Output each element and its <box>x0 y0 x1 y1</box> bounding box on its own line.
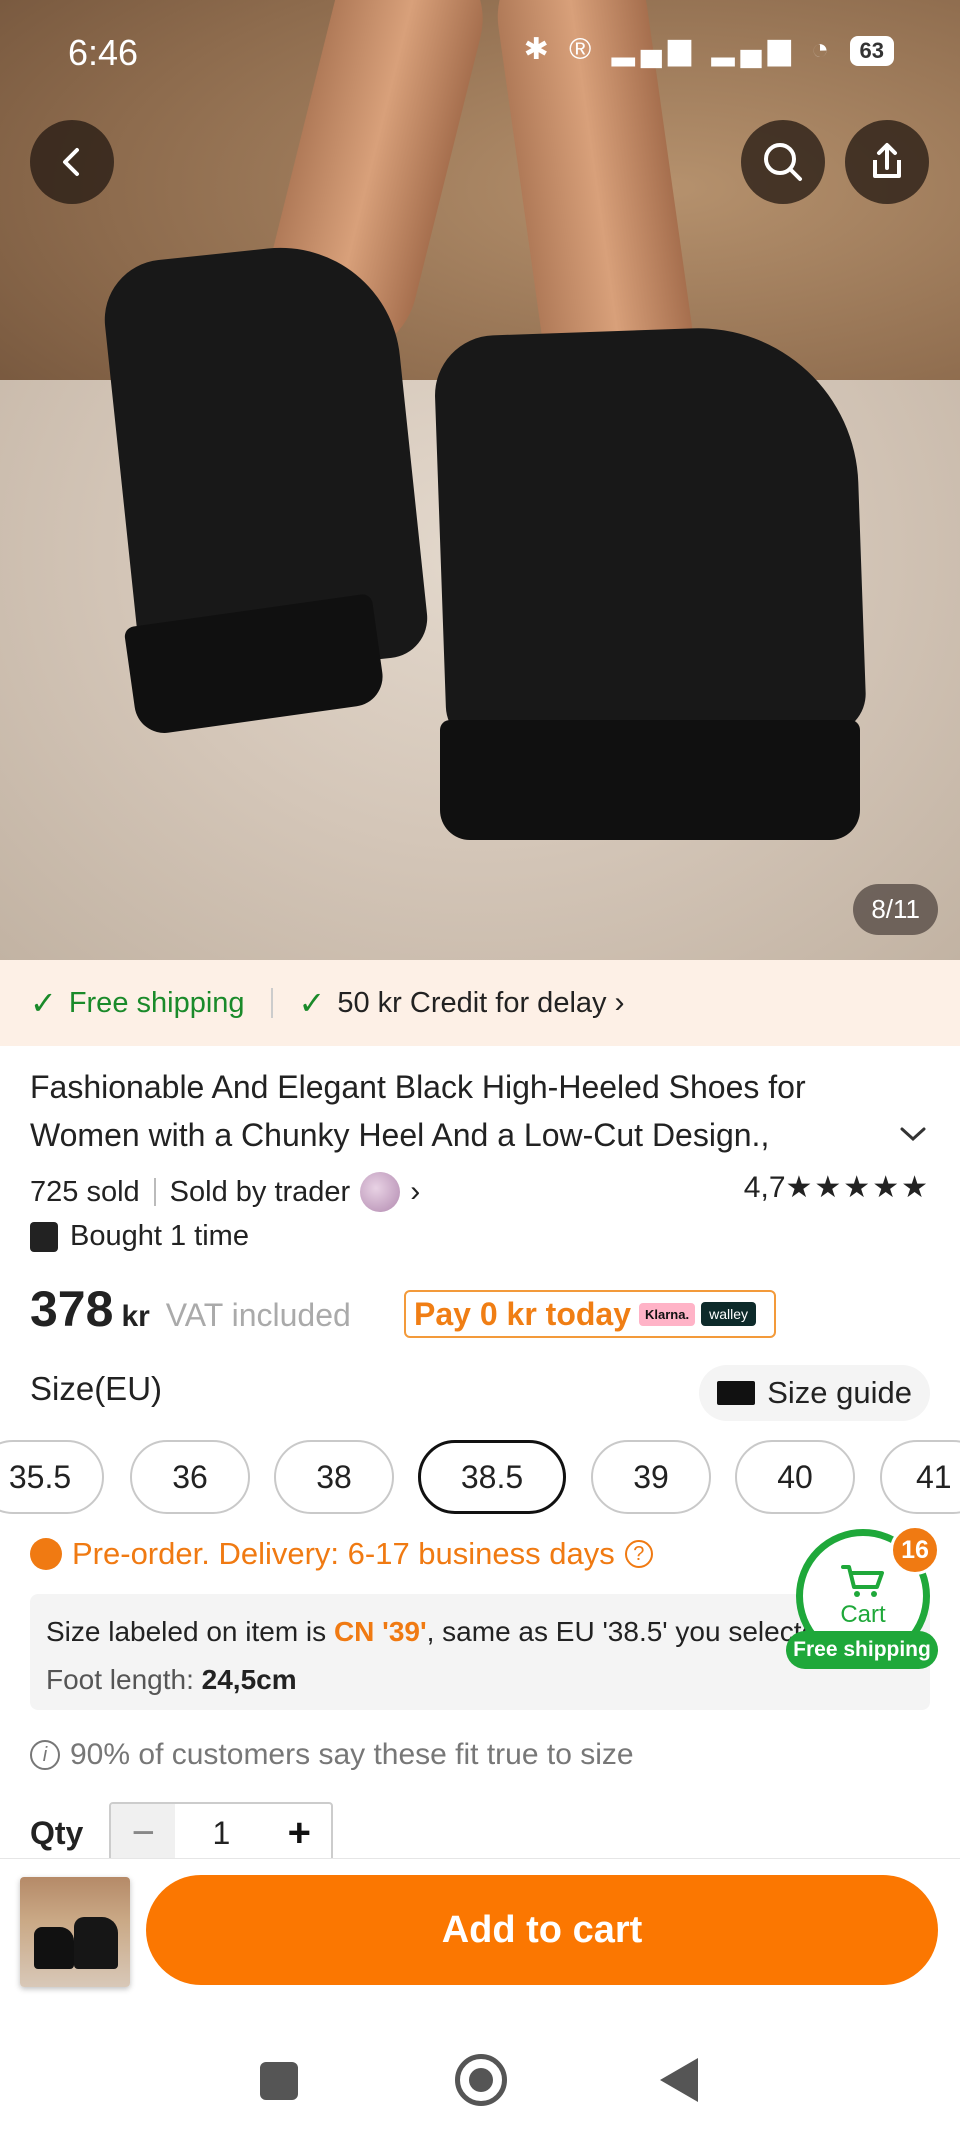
back-button[interactable] <box>30 120 114 204</box>
status-icons: ✱ ® ▂▄▆ ▂▄▆ ◔ 63 <box>524 32 894 67</box>
chevron-right-icon: › <box>614 986 625 1019</box>
bought-info: Bought 1 time <box>30 1220 249 1253</box>
status-signal-icons: ✱ ® ▂▄▆ ▂▄▆ ◔ <box>523 33 836 66</box>
search-icon <box>764 143 802 181</box>
size-option[interactable]: 41 <box>880 1440 960 1514</box>
size-option[interactable]: 35.5 <box>0 1440 104 1514</box>
system-nav-bar <box>0 2010 960 2133</box>
size-option[interactable]: 40 <box>735 1440 855 1514</box>
cart-count-badge: 16 <box>890 1525 940 1575</box>
recents-icon[interactable] <box>260 2062 298 2100</box>
help-icon[interactable]: ? <box>624 1540 653 1568</box>
product-title: Fashionable And Elegant Black High-Heele… <box>30 1069 806 1153</box>
back-nav-icon[interactable] <box>660 2058 698 2102</box>
share-button[interactable] <box>845 120 929 204</box>
quantity-stepper: − 1 + <box>109 1802 334 1864</box>
divider <box>270 988 273 1018</box>
thumbnail-shoe-right <box>74 1917 118 1969</box>
increase-button[interactable]: + <box>267 1804 331 1862</box>
ruler-icon <box>717 1381 756 1405</box>
walley-logo: walley <box>701 1302 756 1326</box>
product-image[interactable]: 6:46 ✱ ® ▂▄▆ ▂▄▆ ◔ 63 8/11 <box>0 0 960 960</box>
cart-icon <box>841 1565 884 1597</box>
expand-title-button[interactable] <box>898 1118 928 1152</box>
free-shipping-label: Free shipping <box>68 986 245 1019</box>
divider <box>153 1178 156 1206</box>
chevron-right-icon: › <box>410 1175 421 1208</box>
bottom-action-bar: Add to cart <box>0 1858 960 1998</box>
size-guide-label: Size guide <box>767 1375 912 1410</box>
share-icon <box>873 143 901 178</box>
rating-stars-icon: ★★★★★ <box>785 1171 930 1204</box>
add-to-cart-button[interactable]: Add to cart <box>146 1875 938 1985</box>
preorder-notice: Pre-order. Delivery: 6-17 business days … <box>30 1536 653 1572</box>
size-option-selected[interactable]: 38.5 <box>418 1440 566 1514</box>
thumbnail-shoe-left <box>34 1927 74 1969</box>
size-info-line: Size labeled on item is CN '39', same as… <box>46 1608 914 1656</box>
foot-length-line: Foot length: 24,5cm <box>46 1656 914 1704</box>
chevron-down-icon <box>900 1127 926 1142</box>
size-options: 35.5 36 38 38.5 39 40 41 <box>0 1440 960 1516</box>
size-info-suffix: , same as EU '38.5' you selected <box>426 1616 833 1647</box>
seller-link[interactable]: Sold by trader › <box>169 1172 421 1212</box>
size-option[interactable]: 39 <box>591 1440 711 1514</box>
preorder-text: Pre-order. Delivery: 6-17 business days <box>72 1536 615 1571</box>
status-bar: 6:46 ✱ ® ▂▄▆ ▂▄▆ ◔ 63 <box>0 0 960 108</box>
vat-label: VAT included <box>165 1297 351 1333</box>
back-icon <box>63 148 79 176</box>
foot-length-label: Foot length: <box>46 1664 202 1695</box>
size-option[interactable]: 38 <box>274 1440 394 1514</box>
status-time: 6:46 <box>68 32 139 73</box>
search-button[interactable] <box>741 120 825 204</box>
seller-label: Sold by trader <box>169 1175 351 1208</box>
size-label: Size(EU) <box>30 1370 163 1407</box>
size-info-cn: CN '39' <box>333 1616 427 1647</box>
pay-today-label: Pay 0 kr today <box>414 1295 631 1332</box>
shipping-bar[interactable]: ✓ Free shipping ✓ 50 kr Credit for delay… <box>0 960 960 1046</box>
floating-cart-button[interactable]: Cart 16 Free shipping <box>786 1525 940 1673</box>
price-currency: kr <box>121 1300 150 1333</box>
fit-info: i 90% of customers say these fit true to… <box>30 1738 634 1772</box>
credit-label: 50 kr Credit for delay <box>337 986 607 1019</box>
image-counter: 8/11 <box>853 884 938 935</box>
image-shoe-right-sole <box>440 720 860 840</box>
seller-avatar <box>360 1172 401 1212</box>
quantity-row: Qty − 1 + <box>30 1802 334 1864</box>
rating[interactable]: 4,7★★★★★ <box>744 1170 930 1205</box>
product-meta: 725 sold Sold by trader › <box>30 1172 420 1212</box>
price-value: 378 <box>30 1281 114 1337</box>
size-guide-button[interactable]: Size guide <box>699 1365 930 1421</box>
fit-text: 90% of customers say these fit true to s… <box>70 1738 634 1771</box>
quantity-label: Qty <box>30 1814 84 1851</box>
battery-icon: 63 <box>849 36 894 67</box>
home-icon[interactable] <box>455 2054 507 2106</box>
shopping-bag-icon <box>30 1221 58 1252</box>
cart-label: Cart <box>840 1601 886 1628</box>
info-icon: i <box>30 1740 60 1770</box>
clock-icon <box>30 1538 62 1570</box>
size-info-prefix: Size labeled on item is <box>46 1616 334 1647</box>
product-thumbnail[interactable] <box>20 1877 130 1987</box>
image-shoe-right <box>432 322 868 748</box>
rating-value: 4,7 <box>743 1171 786 1204</box>
check-icon: ✓ <box>298 985 326 1021</box>
decrease-button[interactable]: − <box>111 1804 176 1862</box>
check-icon: ✓ <box>30 985 57 1021</box>
foot-length-value: 24,5cm <box>201 1664 297 1695</box>
cart-free-shipping: Free shipping <box>786 1631 938 1669</box>
pay-later-banner[interactable]: Pay 0 kr today Klarna. walley <box>404 1290 776 1338</box>
size-option[interactable]: 36 <box>130 1440 250 1514</box>
sold-count: 725 sold <box>30 1175 140 1208</box>
klarna-logo: Klarna. <box>639 1302 696 1326</box>
bought-label: Bought 1 time <box>70 1220 249 1252</box>
price-row: 378 kr VAT included <box>30 1280 351 1338</box>
quantity-value[interactable]: 1 <box>175 1804 267 1862</box>
